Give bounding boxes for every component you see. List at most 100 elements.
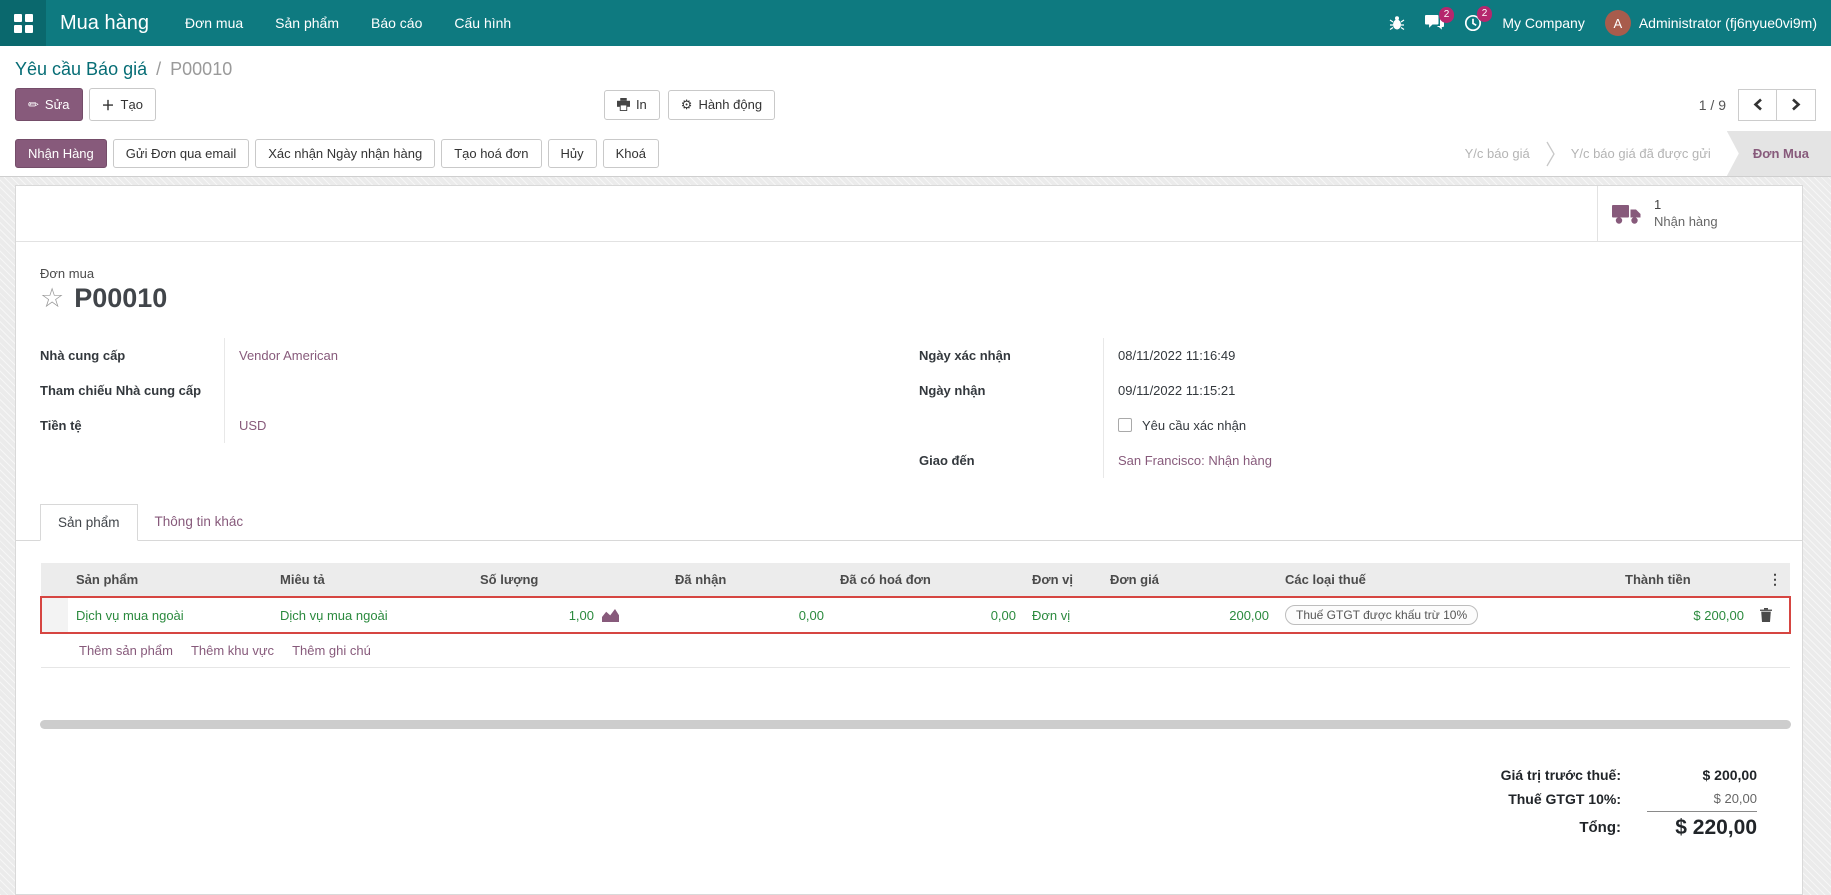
tab-other-info[interactable]: Thông tin khác [138,504,261,540]
horizontal-scrollbar[interactable] [40,720,1791,729]
favorite-star-icon[interactable]: ☆ [40,285,64,312]
order-lines-section: Sản phẩm Miêu tả Số lượng Đã nhận Đã có … [16,541,1802,668]
form-view-background: 1 Nhận hàng Đơn mua ☆ P00010 Nhà cung cấ… [0,177,1831,895]
ask-confirmation-label: Yêu cầu xác nhận [1142,418,1247,433]
vendor-reference-label: Tham chiếu Nhà cung cấp [40,373,225,408]
notebook-tabs: Sản phẩm Thông tin khác [16,504,1802,541]
right-field-group: Ngày xác nhận 08/11/2022 11:16:49 Ngày n… [919,338,1742,478]
cancel-button[interactable]: Hủy [547,139,597,168]
quantity-column-header[interactable]: Số lượng [472,563,627,597]
breadcrumb-parent-link[interactable]: Yêu cầu Báo giá [15,59,147,79]
row-subtotal-cell[interactable]: $ 200,00 [1617,596,1752,634]
uom-column-header[interactable]: Đơn vị [1024,563,1102,597]
trash-icon[interactable] [1760,608,1781,622]
confirmation-date-label: Ngày xác nhận [919,338,1104,373]
received-column-header[interactable]: Đã nhận [667,563,832,597]
receipt-date-value[interactable]: 09/11/2022 11:15:21 [1104,383,1235,398]
row-handle-cell[interactable] [40,596,68,634]
vendor-link[interactable]: Vendor American [239,348,338,363]
create-button[interactable]: ＋ Tạo [88,88,156,121]
subtotal-column-header[interactable]: Thành tiền [1617,563,1752,597]
billed-column-header[interactable]: Đã có hoá đơn [832,563,1024,597]
state-rfq-sent[interactable]: Y/c báo giá đã được gửi [1555,131,1727,176]
table-footer-links-row: Thêm sản phẩm Thêm khu vực Thêm ghi chú [41,633,1790,668]
action-button[interactable]: ⚙ Hành động [667,89,776,120]
apps-menu-button[interactable] [0,0,46,46]
add-note-link[interactable]: Thêm ghi chú [292,643,371,658]
pager-previous-button[interactable] [1738,88,1777,121]
description-column-header[interactable]: Miêu tả [272,563,472,597]
menu-cau-hinh[interactable]: Cấu hình [438,0,527,46]
row-billed-cell[interactable]: 0,00 [832,596,1024,634]
row-description-cell[interactable]: Dịch vụ mua ngoài [272,596,472,634]
breadcrumb-current: P00010 [170,59,233,79]
user-menu[interactable]: A Administrator (fj6nyue0vi9m) [1604,10,1817,36]
pager-count: 1 / 9 [1698,96,1726,113]
deliver-to-label: Giao đến [919,443,1104,478]
optional-columns-kebab-icon[interactable]: ⋮ [1752,563,1790,597]
row-uom-cell[interactable]: Đơn vị [1024,596,1102,634]
forecast-chart-icon[interactable] [602,608,619,622]
tab-products[interactable]: Sản phẩm [40,504,138,541]
tax-amount-value: $ 20,00 [1713,791,1757,807]
totals-block: Giá trị trước thuế: $ 200,00 Thuế GTGT 1… [16,763,1757,844]
taxes-column-header[interactable]: Các loại thuế [1277,563,1617,597]
app-brand[interactable]: Mua hàng [46,12,169,35]
breadcrumb-separator: / [156,59,162,79]
messages-icon[interactable]: 2 [1425,7,1455,31]
create-bill-button[interactable]: Tạo hoá đơn [441,139,542,168]
lock-button[interactable]: Khoá [602,139,659,168]
print-button[interactable]: In [603,89,660,120]
chevron-separator-icon [1546,131,1555,176]
empty-label [919,408,1104,443]
send-by-email-button[interactable]: Gửi Đơn qua email [112,139,250,168]
navbar-systray: 2 2 My Company A Administrator (fj6nyue0… [1389,6,1831,36]
deliver-to-link[interactable]: San Francisco: Nhận hàng [1118,453,1272,468]
debug-bug-icon[interactable] [1389,15,1405,31]
activity-clock-icon[interactable]: 2 [1464,6,1493,32]
row-quantity-cell[interactable]: 1,00 [472,596,627,634]
row-product-cell[interactable]: Dịch vụ mua ngoài [68,596,272,634]
chevron-left-icon [1753,98,1763,111]
activity-badge: 2 [1476,6,1493,22]
unit-price-column-header[interactable]: Đơn giá [1102,563,1277,597]
control-panel: ✏ Sửa ＋ Tạo In ⚙ Hành động 1 / 9 [0,88,1831,131]
user-avatar: A [1604,10,1631,36]
product-column-header[interactable]: Sản phẩm [68,563,272,597]
printer-icon [616,98,630,111]
untaxed-amount-label: Giá trị trước thuế: [1500,767,1621,783]
confirm-receipt-date-button[interactable]: Xác nhận Ngày nhận hàng [255,139,436,168]
total-value: $ 220,00 [1647,810,1757,844]
button-box: 1 Nhận hàng [16,186,1802,242]
vendor-label: Nhà cung cấp [40,338,225,373]
row-received-cell[interactable]: 0,00 [667,596,832,634]
state-rfq[interactable]: Y/c báo giá [1449,131,1546,176]
tax-tag: Thuế GTGT được khấu trừ 10% [1285,605,1479,625]
order-line-row-highlighted[interactable]: Dịch vụ mua ngoài Dịch vụ mua ngoài 1,00… [40,596,1791,634]
receipt-date-label: Ngày nhận [919,373,1104,408]
apps-grid-icon [13,13,33,33]
receipt-smart-button[interactable]: 1 Nhận hàng [1597,186,1802,241]
row-delete-cell[interactable] [1752,596,1791,634]
edit-button[interactable]: ✏ Sửa [15,88,83,121]
add-product-link[interactable]: Thêm sản phẩm [79,643,173,658]
confirmation-date-value[interactable]: 08/11/2022 11:16:49 [1104,348,1235,363]
receipt-label: Nhận hàng [1654,213,1718,229]
ask-confirmation-checkbox[interactable] [1118,418,1132,432]
pencil-icon: ✏ [28,96,39,112]
company-switcher[interactable]: My Company [1502,15,1584,31]
row-unit-price-cell[interactable]: 200,00 [1102,596,1277,634]
truck-icon [1612,202,1642,225]
add-section-link[interactable]: Thêm khu vực [191,643,274,658]
menu-san-pham[interactable]: Sản phẩm [259,0,355,46]
menu-don-mua[interactable]: Đơn mua [169,0,259,46]
page-title: P00010 [74,283,168,313]
chevron-right-icon [1791,98,1801,111]
menu-bao-cao[interactable]: Báo cáo [355,0,438,46]
state-purchase-order[interactable]: Đơn Mua [1726,131,1831,176]
row-taxes-cell[interactable]: Thuế GTGT được khấu trừ 10% [1277,596,1617,634]
pager-next-button[interactable] [1777,88,1816,121]
receive-products-button[interactable]: Nhận Hàng [15,139,107,168]
currency-link[interactable]: USD [239,418,266,433]
order-lines-table: Sản phẩm Miêu tả Số lượng Đã nhận Đã có … [40,563,1791,668]
